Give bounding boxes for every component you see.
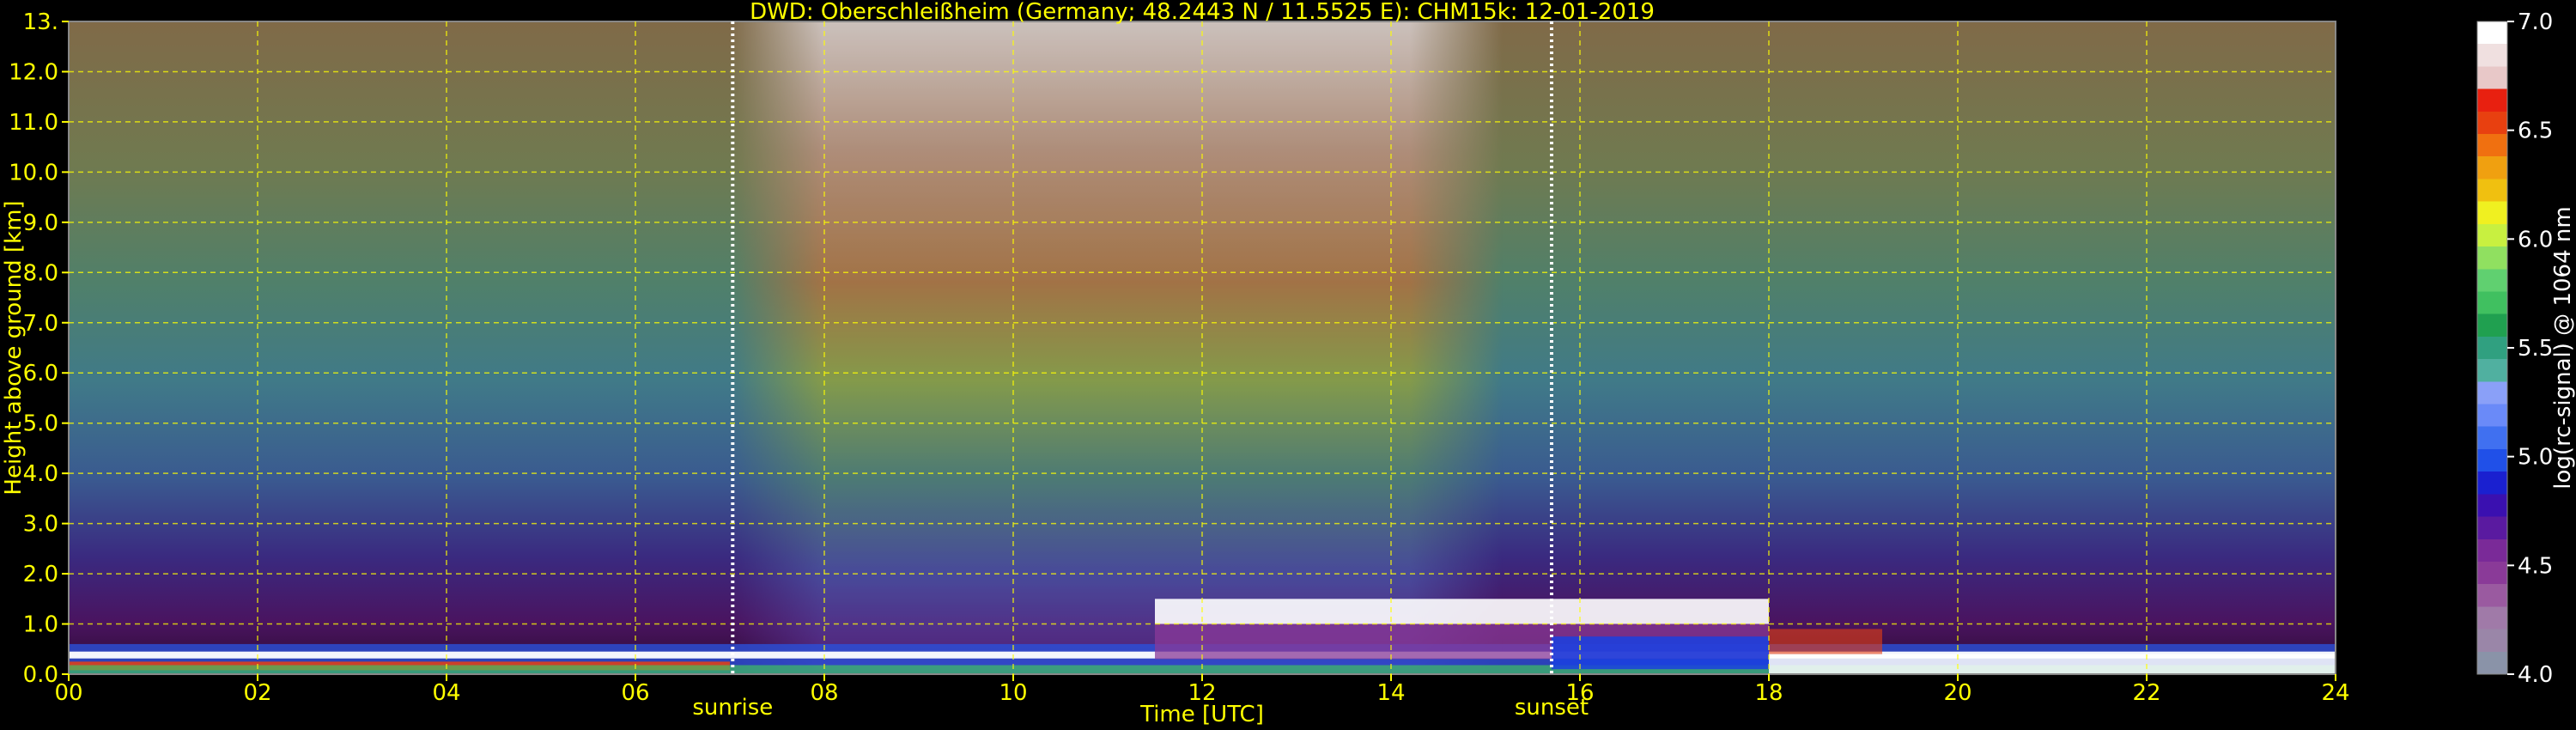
y-tick-label: 7.0 (23, 311, 58, 337)
evening-aerosol (1552, 636, 1769, 670)
x-tick-label: 16 (1565, 680, 1594, 706)
x-tick-label: 10 (999, 680, 1027, 706)
colorbar-tick-label: 5.0 (2518, 445, 2553, 471)
cloud-layer (1155, 599, 1769, 624)
x-tick-label: 14 (1376, 680, 1405, 706)
x-tick-label: 22 (2132, 680, 2160, 706)
colorbar-tick-label: 6.5 (2518, 119, 2553, 144)
x-tick-label: 04 (432, 680, 460, 706)
y-tick-label: 3.0 (23, 512, 58, 538)
x-tick-label: 20 (1943, 680, 1971, 706)
y-tick-label: 1.0 (23, 612, 58, 638)
colorbar-tick-label: 6.0 (2518, 227, 2553, 252)
y-tick-label: 0.0 (23, 662, 58, 688)
colorbar-tick-label: 7.0 (2518, 9, 2553, 35)
colorbar-tick-label: 4.0 (2518, 662, 2553, 688)
sunrise-label: sunrise (692, 695, 773, 721)
x-tick-label: 18 (1754, 680, 1783, 706)
x-tick-label: 00 (54, 680, 82, 706)
y-axis-label: Height above ground [km] (1, 200, 27, 495)
x-tick-label: 06 (621, 680, 649, 706)
colorbar-tick-label: 5.5 (2518, 336, 2553, 362)
x-tick-label: 24 (2321, 680, 2349, 706)
night-surface-layer (1769, 654, 2336, 674)
y-tick-label: 9.0 (23, 210, 58, 236)
y-tick-label: 8.0 (23, 260, 58, 286)
colorbar-label: log(rc-signal) @ 1064 nm (2550, 206, 2576, 489)
ceilometer-chart: sunrise sunset 00 02 04 06 08 10 12 14 16 18 20 22 24… (1, 0, 2576, 727)
residual-layer (1769, 629, 1882, 654)
colorbar: 4.0 4.5 5.0 5.5 6.0 6.5 7.0 log(rc-signal) @ 1… (2476, 9, 2576, 688)
colorbar-scale (2476, 21, 2508, 675)
y-tick-label: 12.0 (9, 59, 58, 85)
y-tick-label: 11.0 (9, 110, 58, 136)
chart-title: DWD: Oberschleißheim (Germany; 48.2443 N… (750, 0, 1655, 25)
y-tick-label: 2.0 (23, 562, 58, 587)
colorbar-tick-label: 4.5 (2518, 553, 2553, 579)
y-tick-label: 13. (23, 9, 58, 35)
x-tick-label: 02 (243, 680, 271, 706)
daytime-signal (730, 21, 1503, 674)
y-tick-label: 4.0 (23, 461, 58, 487)
y-tick-label: 5.0 (23, 411, 58, 437)
y-tick-label: 6.0 (23, 361, 58, 386)
x-tick-label: 08 (810, 680, 838, 706)
x-axis-label: Time [UTC] (1139, 702, 1264, 727)
y-tick-label: 10.0 (9, 160, 58, 186)
colorbar-ticks: 4.0 4.5 5.0 5.5 6.0 6.5 7.0 (2507, 9, 2553, 688)
